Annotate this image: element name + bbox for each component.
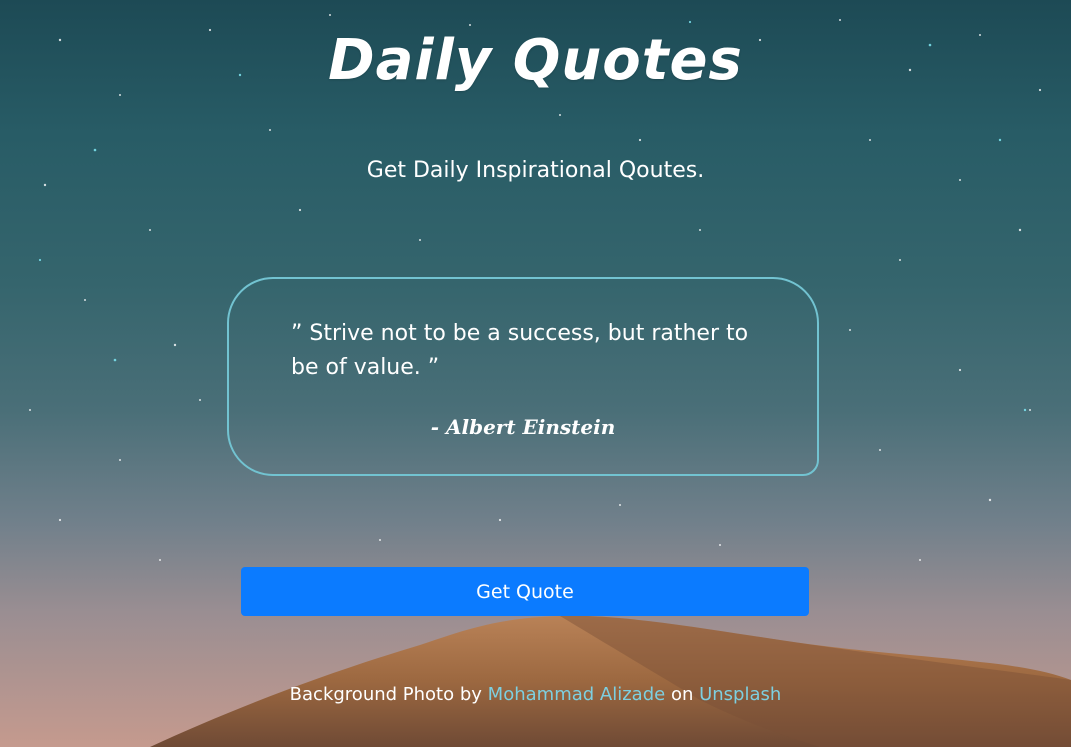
- page-subtitle: Get Daily Inspirational Qoutes.: [366, 158, 705, 183]
- quote-card: ” Strive not to be a success, but rather…: [227, 277, 819, 476]
- page-title: Daily Quotes: [328, 28, 743, 93]
- photo-credits: Background Photo by Mohammad Alizade on …: [0, 684, 1071, 705]
- quote-text: ” Strive not to be a success, but rather…: [291, 321, 749, 380]
- unsplash-link[interactable]: Unsplash: [699, 684, 781, 705]
- quote-author: - Albert Einstein: [430, 415, 616, 439]
- credits-middle: on: [670, 684, 694, 705]
- photographer-link[interactable]: Mohammad Alizade: [488, 684, 666, 705]
- get-quote-button[interactable]: Get Quote: [241, 567, 809, 616]
- mountain-silhouette: [150, 615, 1071, 747]
- credits-prefix: Background Photo by: [289, 684, 482, 705]
